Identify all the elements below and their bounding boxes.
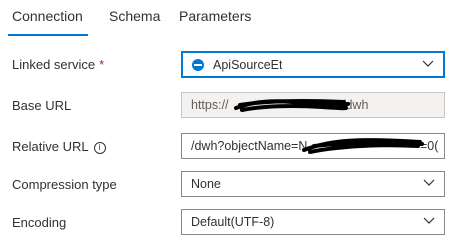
base-url-prefix: https://	[191, 98, 229, 112]
chevron-down-icon	[423, 217, 435, 224]
base-url-field[interactable]: https:// /dwh	[181, 92, 445, 118]
tab-bar: Connection Schema Parameters	[0, 0, 459, 40]
tab-connection[interactable]: Connection	[12, 8, 83, 24]
compression-type-select[interactable]: None	[181, 171, 445, 197]
active-tab-indicator	[8, 34, 88, 36]
linked-service-icon	[192, 59, 204, 71]
linked-service-select[interactable]: ApiSourceEt	[181, 51, 445, 78]
relative-url-label-text: Relative URL	[12, 139, 89, 154]
chevron-down-icon	[422, 60, 434, 67]
base-url-label: Base URL	[12, 98, 72, 113]
tab-parameters[interactable]: Parameters	[179, 8, 251, 24]
linked-service-label: Linked service *	[12, 57, 104, 72]
compression-type-value: None	[191, 177, 221, 191]
encoding-label: Encoding	[12, 215, 67, 230]
info-icon[interactable]: i	[93, 142, 106, 154]
linked-service-value: ApiSourceEt	[213, 58, 283, 72]
redaction-scribble	[234, 99, 350, 112]
tab-schema[interactable]: Schema	[109, 8, 160, 24]
relative-url-label: Relative URL i	[12, 139, 106, 154]
compression-type-label: Compression type	[12, 177, 117, 192]
base-url-value: https://	[191, 98, 229, 112]
encoding-value: Default(UTF-8)	[191, 215, 275, 229]
encoding-select[interactable]: Default(UTF-8)	[181, 209, 445, 235]
relative-url-field[interactable]: /dwh?objectName=N =0(	[181, 133, 445, 159]
linked-service-label-text: Linked service	[12, 57, 96, 72]
redaction-scribble	[302, 138, 424, 154]
relative-url-value: /dwh?objectName=N	[191, 139, 308, 153]
required-marker: *	[99, 57, 105, 72]
chevron-down-icon	[423, 179, 435, 186]
